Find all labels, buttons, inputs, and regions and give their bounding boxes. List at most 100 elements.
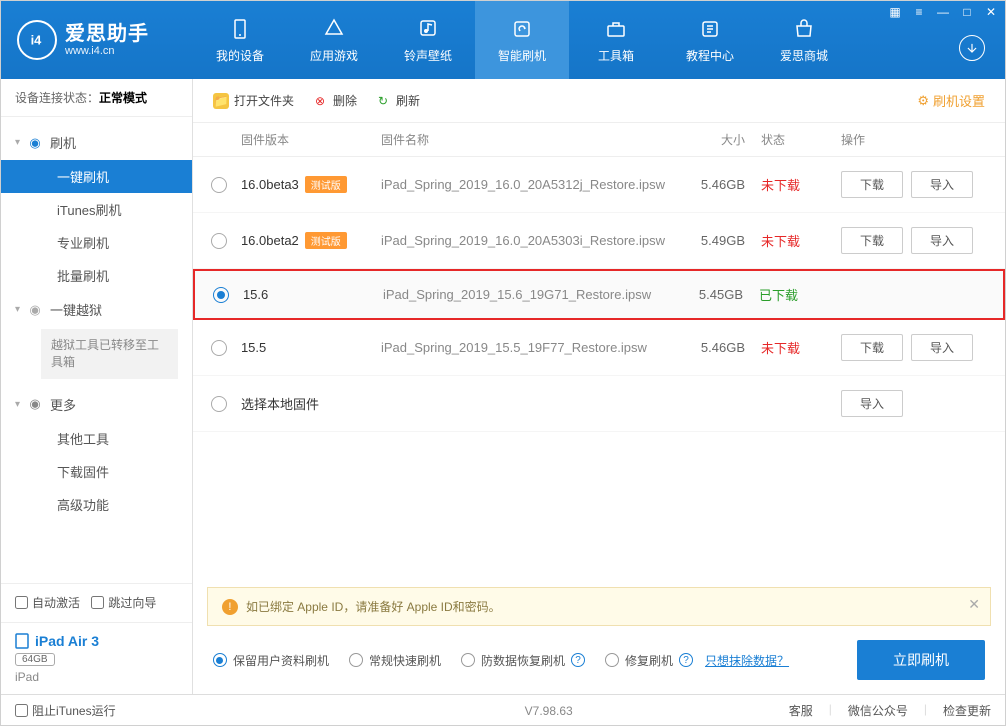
firmware-radio[interactable] <box>211 233 227 249</box>
maximize-icon[interactable]: □ <box>959 5 975 19</box>
more-icon: ◉ <box>28 397 42 411</box>
main-content: 📁打开文件夹 ⊗删除 ↻刷新 ⚙刷机设置 固件版本 固件名称 大小 状态 操作 … <box>193 79 1005 694</box>
app-url: www.i4.cn <box>65 45 149 57</box>
notice-close-icon[interactable]: ✕ <box>968 596 980 613</box>
sync-icon[interactable] <box>959 35 985 61</box>
sidebar-section-lock[interactable]: ▾◉一键越狱 <box>1 292 192 327</box>
help-icon[interactable]: ? <box>679 653 693 667</box>
refresh-button[interactable]: ↻刷新 <box>375 92 420 109</box>
firmware-status: 未下载 <box>745 338 825 357</box>
nav-music[interactable]: 铃声壁纸 <box>381 1 475 79</box>
sidebar-note: 越狱工具已转移至工具箱 <box>41 329 178 379</box>
firmware-row[interactable]: 16.0beta2测试版iPad_Spring_2019_16.0_20A530… <box>193 213 1005 269</box>
col-action: 操作 <box>825 131 985 148</box>
grid-icon[interactable]: ▦ <box>887 5 903 19</box>
nav-refresh[interactable]: 智能刷机 <box>475 1 569 79</box>
local-firmware-row[interactable]: 选择本地固件导入 <box>193 376 1005 432</box>
firmware-list: 16.0beta3测试版iPad_Spring_2019_16.0_20A531… <box>193 157 1005 587</box>
nav-app[interactable]: 应用游戏 <box>287 1 381 79</box>
delete-button[interactable]: ⊗删除 <box>312 92 357 109</box>
beta-tag: 测试版 <box>305 232 347 249</box>
status-label: 设备连接状态： <box>15 91 99 105</box>
sidebar-item[interactable]: 批量刷机 <box>1 259 192 292</box>
firmware-version: 16.0beta3测试版 <box>241 176 381 193</box>
refresh-icon <box>510 17 534 41</box>
nav-toolbox[interactable]: 工具箱 <box>569 1 663 79</box>
import-button[interactable]: 导入 <box>911 334 973 361</box>
option-repair[interactable]: 修复刷机? <box>605 652 693 669</box>
import-button[interactable]: 导入 <box>841 390 903 417</box>
firmware-row[interactable]: 16.0beta3测试版iPad_Spring_2019_16.0_20A531… <box>193 157 1005 213</box>
firmware-radio[interactable] <box>213 287 229 303</box>
sidebar-section-more[interactable]: ▾◉更多 <box>1 387 192 422</box>
flash-options: 保留用户资料刷机 常规快速刷机 防数据恢复刷机? 修复刷机? 只想抹除数据？ 立… <box>193 626 1005 694</box>
flash-now-button[interactable]: 立即刷机 <box>857 640 985 680</box>
nav-shop[interactable]: 爱思商城 <box>757 1 851 79</box>
firmware-status: 已下载 <box>743 285 823 304</box>
download-button[interactable]: 下载 <box>841 227 903 254</box>
wechat-link[interactable]: 微信公众号 <box>848 702 908 719</box>
sidebar-list: ▾◉刷机一键刷机iTunes刷机专业刷机批量刷机▾◉一键越狱越狱工具已转移至工具… <box>1 117 192 583</box>
menu-icon[interactable]: ≡ <box>911 5 927 19</box>
sidebar-item[interactable]: 专业刷机 <box>1 226 192 259</box>
firmware-row[interactable]: 15.5iPad_Spring_2019_15.5_19F77_Restore.… <box>193 320 1005 376</box>
nav-phone[interactable]: 我的设备 <box>193 1 287 79</box>
firmware-row[interactable]: 15.6iPad_Spring_2019_15.6_19G71_Restore.… <box>193 269 1005 320</box>
firmware-name: iPad_Spring_2019_16.0_20A5312j_Restore.i… <box>381 177 665 192</box>
sidebar-item[interactable]: 一键刷机 <box>1 160 192 193</box>
download-button[interactable]: 下载 <box>841 171 903 198</box>
firmware-status: 未下载 <box>745 231 825 250</box>
check-update-link[interactable]: 检查更新 <box>943 702 991 719</box>
app-logo-icon: i4 <box>17 20 57 60</box>
app-header: i4 爱思助手 www.i4.cn 我的设备应用游戏铃声壁纸智能刷机工具箱教程中… <box>1 1 1005 79</box>
firmware-radio[interactable] <box>211 177 227 193</box>
warning-icon: ! <box>222 599 238 615</box>
import-button[interactable]: 导入 <box>911 171 973 198</box>
toolbox-icon <box>604 17 628 41</box>
auto-activate-checkbox[interactable]: 自动激活 <box>15 594 80 611</box>
block-itunes-checkbox[interactable]: 阻止iTunes运行 <box>15 702 116 719</box>
notice-text: 如已绑定 Apple ID，请准备好 Apple ID和密码。 <box>246 598 501 615</box>
device-name[interactable]: iPad Air 3 <box>15 633 178 649</box>
sidebar-item[interactable]: iTunes刷机 <box>1 193 192 226</box>
close-icon[interactable]: ✕ <box>983 5 999 19</box>
lock-icon: ◉ <box>28 303 42 317</box>
beta-tag: 测试版 <box>305 176 347 193</box>
book-icon <box>698 17 722 41</box>
firmware-version: 15.6 <box>243 287 383 302</box>
music-icon <box>416 17 440 41</box>
firmware-name: iPad_Spring_2019_15.5_19F77_Restore.ipsw <box>381 340 665 355</box>
firmware-version: 16.0beta2测试版 <box>241 232 381 249</box>
flash-settings-button[interactable]: ⚙刷机设置 <box>917 91 985 110</box>
sidebar: 设备连接状态：正常模式 ▾◉刷机一键刷机iTunes刷机专业刷机批量刷机▾◉一键… <box>1 79 193 694</box>
col-status: 状态 <box>745 131 825 148</box>
minimize-icon[interactable]: — <box>935 5 951 19</box>
option-normal[interactable]: 常规快速刷机 <box>349 652 441 669</box>
erase-only-link[interactable]: 只想抹除数据？ <box>705 652 789 669</box>
sidebar-section-flash[interactable]: ▾◉刷机 <box>1 125 192 160</box>
col-name: 固件名称 <box>381 131 665 148</box>
import-button[interactable]: 导入 <box>911 227 973 254</box>
logo-area: i4 爱思助手 www.i4.cn <box>1 20 193 60</box>
support-link[interactable]: 客服 <box>789 702 813 719</box>
device-type: iPad <box>15 670 178 684</box>
app-icon <box>322 17 346 41</box>
sidebar-item[interactable]: 高级功能 <box>1 488 192 521</box>
firmware-size: 5.46GB <box>665 340 745 355</box>
firmware-radio[interactable] <box>211 396 227 412</box>
firmware-name: iPad_Spring_2019_16.0_20A5303i_Restore.i… <box>381 233 665 248</box>
download-button[interactable]: 下载 <box>841 334 903 361</box>
flash-icon: ◉ <box>28 136 42 150</box>
help-icon[interactable]: ? <box>571 653 585 667</box>
option-keep-data[interactable]: 保留用户资料刷机 <box>213 652 329 669</box>
sidebar-options: 自动激活 跳过向导 <box>1 583 192 622</box>
skip-guide-checkbox[interactable]: 跳过向导 <box>91 594 156 611</box>
option-anti-recover[interactable]: 防数据恢复刷机? <box>461 652 585 669</box>
svg-text:i4: i4 <box>31 33 43 48</box>
sidebar-item[interactable]: 其他工具 <box>1 422 192 455</box>
open-folder-button[interactable]: 📁打开文件夹 <box>213 92 294 109</box>
sidebar-item[interactable]: 下载固件 <box>1 455 192 488</box>
firmware-radio[interactable] <box>211 340 227 356</box>
nav-book[interactable]: 教程中心 <box>663 1 757 79</box>
firmware-actions: 下载导入 <box>825 334 985 361</box>
